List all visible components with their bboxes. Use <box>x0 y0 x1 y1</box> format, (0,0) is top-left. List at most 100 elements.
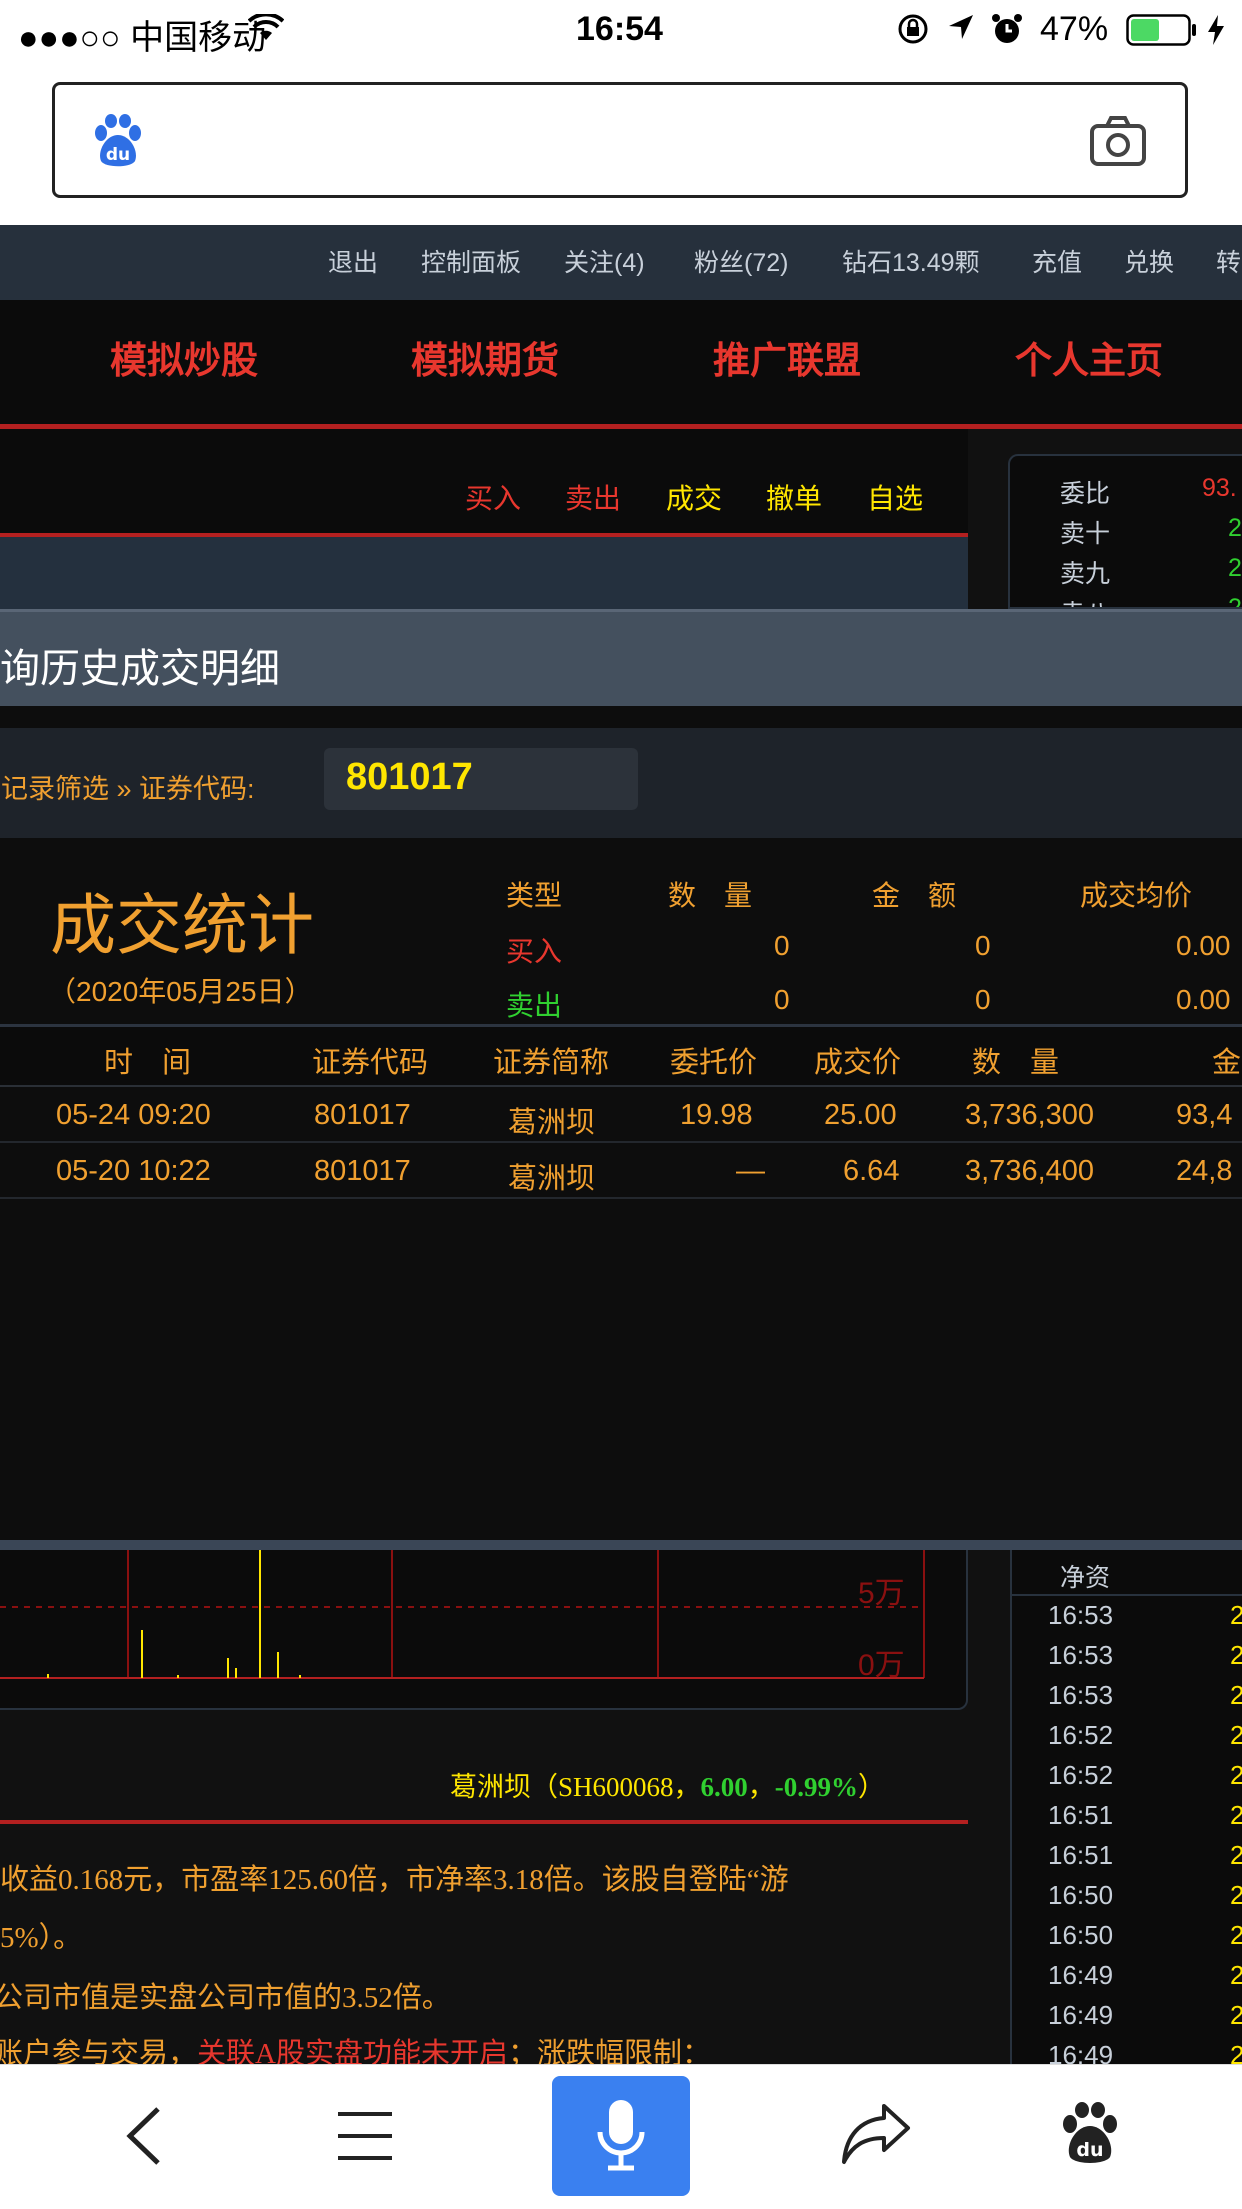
voice-search-button[interactable] <box>552 2076 690 2196</box>
baidu-paw-icon[interactable]: du <box>1058 2100 1122 2170</box>
list-time: 16:51 <box>1048 1840 1114 1870</box>
nav-profile[interactable]: 个人主页 <box>1015 330 1163 384</box>
tab-cancel[interactable]: 撤单 <box>766 477 822 517</box>
cell-qty: 3,736,400 <box>965 1155 1095 1187</box>
filter-label: 交记录筛选 » 证券代码: <box>0 774 255 804</box>
list-divider <box>1012 1594 1242 1596</box>
logout-link[interactable]: 退出 <box>328 243 378 279</box>
diamond-link[interactable]: 钻石13.49颗 <box>842 243 980 279</box>
following-link[interactable]: 关注(4) <box>564 243 645 279</box>
baidu-logo-icon: du <box>91 113 145 173</box>
stats-buy-label: 买入 <box>506 936 563 967</box>
stats-sell-label: 卖出 <box>506 990 563 1021</box>
battery-percent: 47% <box>1040 10 1109 48</box>
exchange-link[interactable]: 兑换 <box>1124 243 1174 279</box>
control-panel-link[interactable]: 控制面板 <box>421 243 521 279</box>
col-amount: 金 <box>1212 1047 1242 1079</box>
stats-title: 成交统计 <box>50 888 314 962</box>
svg-text:du: du <box>106 145 130 165</box>
col-deal-price: 成交价 <box>814 1047 902 1079</box>
nav-affiliate[interactable]: 推广联盟 <box>713 330 861 384</box>
list-time: 16:50 <box>1048 1920 1114 1950</box>
fans-link[interactable]: 粉丝(72) <box>694 243 788 279</box>
list-value: 2 <box>1230 1880 1242 1910</box>
stats-sell-amount: 0 <box>975 984 991 1015</box>
net-asset-list: 净资 16:53 2 16:53 2 16:53 2 16:52 2 16:52… <box>1010 1550 1242 2070</box>
modal-title: 查询历史成交明细 <box>0 647 280 691</box>
list-time: 16:51 <box>1048 1800 1114 1830</box>
stats-sell-qty: 0 <box>774 984 790 1015</box>
list-time: 16:53 <box>1048 1600 1114 1630</box>
stock-code-field[interactable]: 801017 <box>324 748 638 810</box>
table-header: 时 间 证券代码 证券简称 委托价 成交价 数 量 金 <box>0 1027 1242 1087</box>
description-line: 收益0.168元，市盈率125.60倍，市净率3.18倍。该股自登陆“游 <box>0 1864 789 1896</box>
stats-header-type: 类型 <box>506 880 563 911</box>
list-time: 16:52 <box>1048 1720 1114 1750</box>
menu-icon[interactable] <box>338 2110 392 2166</box>
search-input[interactable]: du <box>52 82 1188 198</box>
col-order-price: 委托价 <box>670 1047 758 1079</box>
list-time: 16:49 <box>1048 2000 1114 2030</box>
cell-name: 葛洲坝 <box>508 1107 596 1139</box>
panel-header <box>0 537 968 609</box>
ask9-label: 卖九 <box>1060 560 1111 588</box>
list-value: 2 <box>1230 1680 1242 1710</box>
ask8-label: 卖八 <box>1060 594 1110 607</box>
cell-time: 05-20 10:22 <box>56 1155 211 1187</box>
list-time: 16:53 <box>1048 1640 1114 1670</box>
list-value: 2 <box>1230 1920 1242 1950</box>
back-icon[interactable] <box>122 2105 166 2171</box>
cell-code: 801017 <box>314 1099 411 1131</box>
tab-deals[interactable]: 成交 <box>666 477 722 517</box>
stats-header-avg: 成交均价 <box>1080 880 1193 911</box>
stats-header-qty: 数 量 <box>668 880 753 911</box>
location-icon <box>946 12 976 51</box>
nav-sim-futures[interactable]: 模拟期货 <box>411 330 559 384</box>
volume-chart: 5万 0万 <box>0 1550 968 1710</box>
wifi-icon <box>247 12 285 51</box>
cell-qty: 3,736,300 <box>965 1099 1095 1131</box>
battery-icon <box>1126 14 1198 55</box>
row-divider <box>0 1197 1242 1199</box>
chart-y-label-0w: 0万 <box>858 1649 905 1682</box>
stock-quote[interactable]: 葛洲坝（SH600068，6.00，-0.99%） <box>450 1765 885 1804</box>
share-icon[interactable] <box>840 2102 912 2170</box>
list-value: 2 <box>1230 1760 1242 1790</box>
stock-quote-name: 葛洲坝（SH600068， <box>450 1772 701 1802</box>
cell-time: 05-24 09:20 <box>56 1099 211 1131</box>
tab-watchlist[interactable]: 自选 <box>867 477 923 517</box>
cell-deal-price: 6.64 <box>843 1155 900 1187</box>
tab-sell[interactable]: 卖出 <box>565 477 621 517</box>
description-line: 公司市值是实盘公司市值的3.52倍。 <box>0 1982 451 2014</box>
cell-name: 葛洲坝 <box>508 1163 596 1195</box>
list-value: 2 <box>1230 1840 1242 1870</box>
stats-date: （2020年05月25日） <box>48 976 313 1007</box>
status-bar: ●●●○○ 中国移动 16:54 47% <box>0 0 1242 62</box>
stats-header-amount: 金 额 <box>872 880 957 911</box>
stock-quote-sep: ， <box>747 1772 775 1802</box>
stats-buy-amount: 0 <box>975 930 991 961</box>
order-book-panel: 委比 93. 卖十 2 卖九 2 卖八 2 <box>1008 454 1242 609</box>
cell-code: 801017 <box>314 1155 411 1187</box>
list-time: 16:53 <box>1048 1680 1114 1710</box>
recharge-link[interactable]: 充值 <box>1032 243 1082 279</box>
cell-amount: 24,8 <box>1176 1155 1233 1187</box>
transfer-link[interactable]: 转 <box>1216 243 1241 279</box>
stats-buy-avg: 0.00 <box>1176 930 1231 961</box>
col-qty: 数 量 <box>972 1047 1060 1079</box>
camera-icon[interactable] <box>1089 115 1147 171</box>
account-nav-bar: 退出 控制面板 关注(4) 粉丝(72) 钻石13.49颗 充值 兑换 转 <box>0 225 1242 300</box>
list-value: 2 <box>1230 2000 1242 2030</box>
charging-icon <box>1206 14 1226 55</box>
ask10-value: 2 <box>1228 514 1242 542</box>
order-ratio-value: 93. <box>1202 474 1237 502</box>
nav-sim-stock[interactable]: 模拟炒股 <box>110 330 258 384</box>
stats-sell-avg: 0.00 <box>1176 984 1231 1015</box>
alarm-icon <box>990 12 1024 55</box>
list-time: 16:50 <box>1048 1880 1114 1910</box>
tab-buy[interactable]: 买入 <box>465 477 521 517</box>
row-divider <box>0 1141 1242 1143</box>
list-value: 2 <box>1230 1800 1242 1830</box>
modal-header: 查询历史成交明细 <box>0 609 1242 706</box>
main-nav-bar: 模拟炒股 模拟期货 推广联盟 个人主页 <box>0 300 1242 429</box>
